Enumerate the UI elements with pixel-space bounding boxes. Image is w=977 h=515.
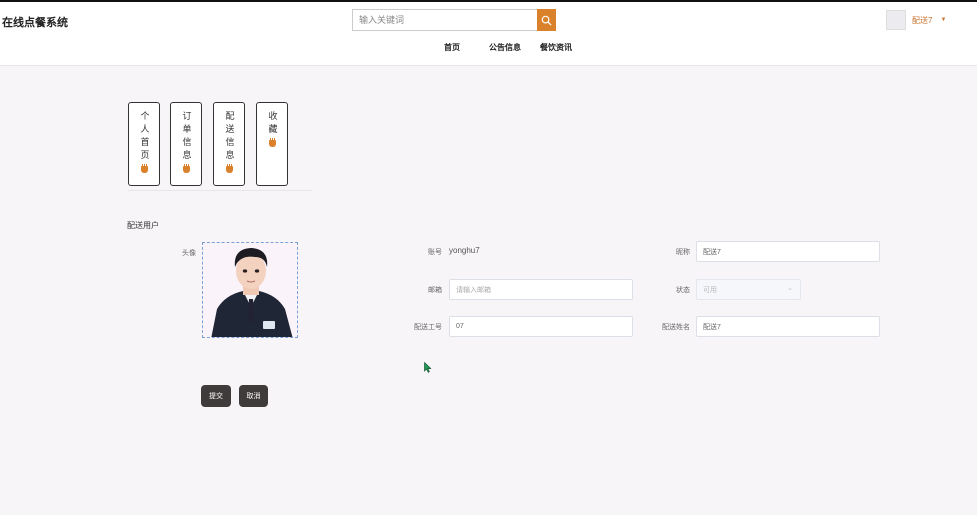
tab-order-info[interactable]: 订单信息 [170, 102, 202, 186]
avatar-upload[interactable] [202, 242, 298, 338]
cancel-button[interactable]: 取消 [239, 385, 268, 407]
submit-button[interactable]: 提交 [201, 385, 231, 407]
email-input[interactable]: 请输入邮箱 [449, 279, 633, 300]
staff-name-input[interactable]: 配送7 [696, 316, 880, 337]
tab-label: 收藏 [267, 111, 278, 137]
status-value: 可用 [703, 286, 717, 294]
staff-no-input[interactable]: 07 [449, 316, 633, 337]
user-name[interactable]: 配送7 [912, 15, 932, 26]
nav-home[interactable]: 首页 [444, 42, 460, 53]
section-title: 配送用户 [127, 221, 159, 230]
hand-icon [140, 164, 148, 173]
tab-personal-home[interactable]: 个人首页 [128, 102, 160, 186]
tab-label: 个人首页 [139, 111, 150, 163]
hand-icon [182, 164, 190, 173]
tab-delivery-info[interactable]: 配送信息 [213, 102, 245, 186]
search-bar [352, 9, 556, 31]
staff-name-label: 配送姓名 [662, 324, 690, 331]
avatar-image [203, 243, 297, 337]
tab-label: 配送信息 [224, 111, 235, 163]
user-menu[interactable]: 配送7 ▼ [886, 9, 946, 31]
user-avatar[interactable] [886, 10, 906, 30]
caret-down-icon[interactable]: ▼ [940, 17, 946, 23]
tabs-divider [128, 190, 312, 191]
hand-icon [225, 164, 233, 173]
nav-notices[interactable]: 公告信息 [489, 42, 521, 53]
nickname-label: 昵称 [676, 249, 690, 256]
avatar-label: 头像 [182, 250, 196, 257]
main-nav: 首页 公告信息 餐饮资讯 [0, 42, 977, 58]
nav-food-news[interactable]: 餐饮资讯 [540, 42, 572, 53]
search-icon [541, 15, 552, 26]
email-label: 邮箱 [428, 287, 442, 294]
tab-label: 订单信息 [181, 111, 192, 163]
hand-icon [268, 138, 276, 147]
chevron-down-icon: ⌄ [787, 285, 793, 292]
staff-no-label: 配送工号 [414, 324, 442, 331]
site-logo: 在线点餐系统 [2, 17, 68, 29]
mouse-cursor-icon [424, 362, 432, 373]
account-label: 账号 [428, 249, 442, 256]
status-select[interactable]: 可用 ⌄ [696, 279, 801, 300]
nickname-input[interactable]: 配送7 [696, 241, 880, 262]
account-value: yonghu7 [449, 246, 480, 255]
status-label: 状态 [676, 287, 690, 294]
site-header: 在线点餐系统 配送7 ▼ 首页 公告信息 餐饮资讯 [0, 2, 977, 66]
tab-favorites[interactable]: 收藏 [256, 102, 288, 186]
search-button[interactable] [537, 9, 556, 31]
search-input[interactable] [352, 9, 537, 31]
